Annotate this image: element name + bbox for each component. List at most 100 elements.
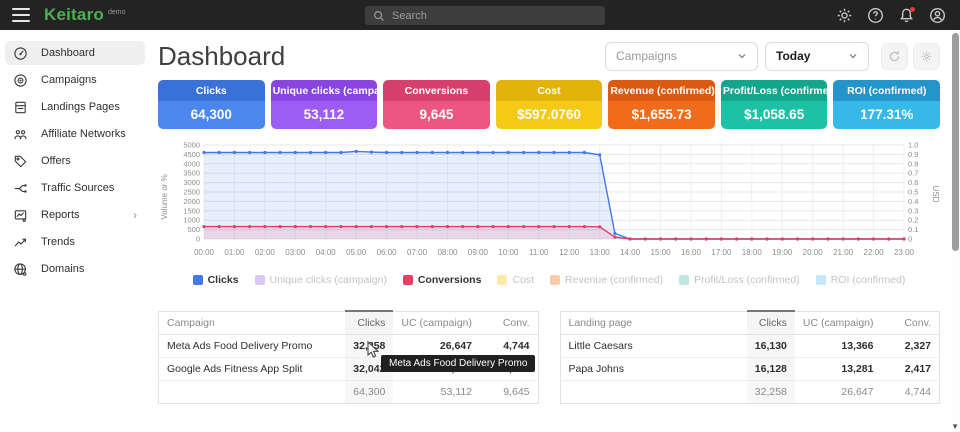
column-header-clicks[interactable]: Clicks bbox=[345, 311, 393, 335]
metric-card-label: Clicks bbox=[158, 80, 265, 101]
svg-text:0.2: 0.2 bbox=[908, 216, 918, 225]
metric-card-label: Unique clicks (campaign) bbox=[271, 80, 378, 101]
svg-text:0.9: 0.9 bbox=[908, 150, 918, 159]
menu-icon[interactable] bbox=[12, 8, 30, 22]
notifications-icon[interactable] bbox=[898, 7, 915, 24]
row-name-cell: Google Ads Fitness App Split bbox=[159, 358, 346, 381]
table-footer-row: 64,30053,1129,645 bbox=[159, 381, 539, 404]
svg-text:09:00: 09:00 bbox=[468, 248, 489, 257]
sidebar-item-offers[interactable]: Offers bbox=[5, 149, 145, 173]
svg-text:0: 0 bbox=[908, 235, 912, 244]
svg-text:1000: 1000 bbox=[183, 216, 200, 225]
settings-icon[interactable] bbox=[836, 7, 853, 24]
svg-text:02:00: 02:00 bbox=[255, 248, 276, 257]
scroll-down-icon[interactable]: ▼ bbox=[951, 422, 959, 431]
svg-text:4000: 4000 bbox=[183, 159, 200, 168]
trend-icon bbox=[13, 235, 28, 250]
sidebar-item-dashboard[interactable]: Dashboard bbox=[5, 41, 145, 65]
legend-item-cost[interactable]: Cost bbox=[497, 274, 534, 286]
svg-text:22:00: 22:00 bbox=[864, 248, 885, 257]
legend-swatch bbox=[497, 275, 507, 285]
metric-card-profit-loss-confirmed-[interactable]: Profit/Loss (confirmed)$1,058.65 bbox=[721, 80, 828, 129]
table-footer-row: 32,25826,6474,744 bbox=[560, 381, 940, 404]
legend-label: Revenue (confirmed) bbox=[565, 274, 663, 286]
svg-text:0.5: 0.5 bbox=[908, 188, 918, 197]
sidebar-item-domains[interactable]: Domains bbox=[5, 257, 145, 281]
metric-card-value: 9,645 bbox=[383, 101, 490, 129]
footer-cell: 26,647 bbox=[795, 381, 882, 404]
svg-text:18:00: 18:00 bbox=[742, 248, 763, 257]
metric-card-revenue-confirmed-[interactable]: Revenue (confirmed)$1,655.73 bbox=[608, 80, 715, 129]
sidebar: Dashboard Campaigns Landings Pages Affiliat… bbox=[0, 30, 150, 432]
column-header-clicks[interactable]: Clicks bbox=[747, 311, 795, 335]
sidebar-item-campaigns[interactable]: Campaigns bbox=[5, 68, 145, 92]
svg-text:06:00: 06:00 bbox=[377, 248, 398, 257]
brand-suffix: demo bbox=[108, 9, 126, 16]
tag-icon bbox=[13, 154, 28, 169]
mouse-cursor bbox=[367, 341, 380, 364]
chevron-right-icon: › bbox=[133, 208, 137, 222]
legend-swatch bbox=[193, 275, 203, 285]
campaigns-select[interactable]: Campaigns bbox=[605, 42, 758, 71]
legend-item-unique-clicks-campaign-[interactable]: Unique clicks (campaign) bbox=[255, 274, 387, 286]
sidebar-item-affiliate-networks[interactable]: Affiliate Networks bbox=[5, 122, 145, 146]
sidebar-item-label: Landings Pages bbox=[41, 101, 137, 113]
metric-card-label: Revenue (confirmed) bbox=[608, 80, 715, 101]
column-header-conv-[interactable]: Conv. bbox=[882, 311, 940, 335]
search-placeholder: Search bbox=[392, 10, 427, 22]
column-header-landing-page[interactable]: Landing page bbox=[560, 311, 747, 335]
row-name-cell: Papa Johns bbox=[560, 358, 747, 381]
legend-swatch bbox=[816, 275, 826, 285]
legend-item-profit-loss-confirmed-[interactable]: Profit/Loss (confirmed) bbox=[679, 274, 800, 286]
sidebar-item-label: Offers bbox=[41, 155, 137, 167]
legend-item-roi-confirmed-[interactable]: ROI (confirmed) bbox=[816, 274, 906, 286]
metric-card-label: Cost bbox=[496, 80, 603, 101]
metric-card-roi-confirmed-[interactable]: ROI (confirmed)177.31% bbox=[833, 80, 940, 129]
svg-text:0: 0 bbox=[196, 235, 200, 244]
metric-card-conversions[interactable]: Conversions9,645 bbox=[383, 80, 490, 129]
svg-text:20:00: 20:00 bbox=[803, 248, 824, 257]
metric-card-unique-clicks-campaign-[interactable]: Unique clicks (campaign)53,112 bbox=[271, 80, 378, 129]
metric-card-value: 53,112 bbox=[271, 101, 378, 129]
sidebar-item-reports[interactable]: Reports› bbox=[5, 203, 145, 227]
sidebar-item-landings-pages[interactable]: Landings Pages bbox=[5, 95, 145, 119]
sidebar-item-trends[interactable]: Trends bbox=[5, 230, 145, 254]
globe-icon bbox=[13, 262, 28, 277]
metric-card-cost[interactable]: Cost$597.0760 bbox=[496, 80, 603, 129]
split-icon bbox=[13, 181, 28, 196]
traffic-chart[interactable]: 0500100015002000250030003500400045005000… bbox=[158, 139, 940, 268]
scrollbar-thumb[interactable] bbox=[952, 33, 959, 251]
column-header-campaign[interactable]: Campaign bbox=[159, 311, 346, 335]
scrollbar[interactable] bbox=[951, 30, 960, 432]
svg-text:5000: 5000 bbox=[183, 141, 200, 150]
svg-text:1.0: 1.0 bbox=[908, 141, 918, 150]
metric-card-label: Profit/Loss (confirmed) bbox=[721, 80, 828, 101]
legend-item-clicks[interactable]: Clicks bbox=[193, 274, 239, 286]
legend-item-revenue-confirmed-[interactable]: Revenue (confirmed) bbox=[550, 274, 663, 286]
column-header-conv-[interactable]: Conv. bbox=[480, 311, 538, 335]
table-row[interactable]: Papa Johns16,12813,2812,417 bbox=[560, 358, 940, 381]
metric-card-clicks[interactable]: Clicks64,300 bbox=[158, 80, 265, 129]
row-value-cell: 16,130 bbox=[747, 335, 795, 358]
search-input[interactable]: Search bbox=[365, 6, 605, 25]
sidebar-item-label: Trends bbox=[41, 236, 137, 248]
svg-text:USD: USD bbox=[931, 186, 940, 203]
dashboard-settings-button[interactable] bbox=[913, 43, 940, 70]
sidebar-item-traffic-sources[interactable]: Traffic Sources bbox=[5, 176, 145, 200]
metric-card-label: Conversions bbox=[383, 80, 490, 101]
column-header-uc-campaign-[interactable]: UC (campaign) bbox=[795, 311, 882, 335]
legend-item-conversions[interactable]: Conversions bbox=[403, 274, 482, 286]
table-row[interactable]: Little Caesars16,13013,3662,327 bbox=[560, 335, 940, 358]
search-icon bbox=[373, 10, 385, 22]
help-icon[interactable] bbox=[867, 7, 884, 24]
target-icon bbox=[13, 73, 28, 88]
account-icon[interactable] bbox=[929, 7, 946, 24]
row-name-cell: Meta Ads Food Delivery Promo bbox=[159, 335, 346, 358]
brand-logo[interactable]: Keitaro bbox=[44, 5, 104, 25]
sidebar-item-label: Traffic Sources bbox=[41, 182, 137, 194]
footer-cell: 53,112 bbox=[393, 381, 480, 404]
refresh-button[interactable] bbox=[881, 43, 908, 70]
column-header-uc-campaign-[interactable]: UC (campaign) bbox=[393, 311, 480, 335]
svg-text:0.8: 0.8 bbox=[908, 159, 918, 168]
date-range-select[interactable]: Today bbox=[765, 42, 869, 71]
